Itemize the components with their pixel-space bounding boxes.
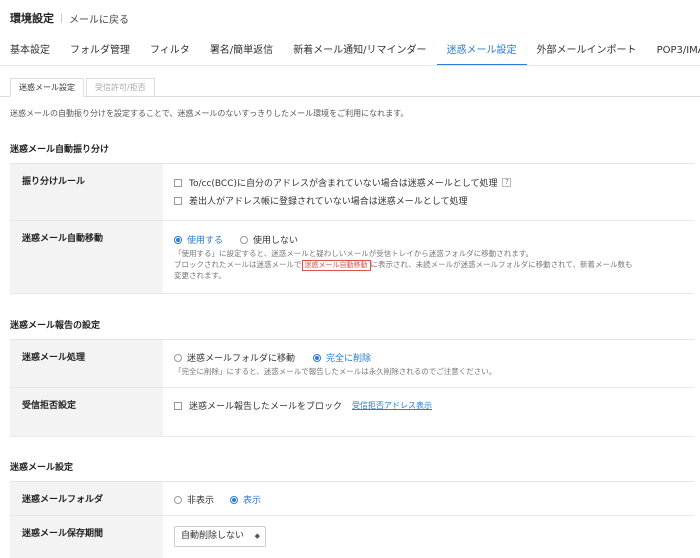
help-icon[interactable]: ? <box>502 178 512 187</box>
divider <box>10 436 694 437</box>
option-label: 表示 <box>243 496 262 506</box>
auto-move-note: 「使用する」に設定すると、迷惑メールと疑わしいメールが受信トレイから迷惑フォルダ… <box>174 249 533 258</box>
folder-hide-radio[interactable]: 非表示 <box>174 493 214 506</box>
proc-move-radio[interactable]: 迷惑メールフォルダに移動 <box>174 351 295 364</box>
auto-move-note: 変更されます。 <box>174 271 226 280</box>
option-label: 差出人がアドレス帳に登録されていない場合は迷惑メールとして処理 <box>189 197 468 207</box>
option-label: To/cc(BCC)に自分のアドレスが含まれていない場合は迷惑メールとして処理 <box>189 179 498 189</box>
subtab-spam-settings[interactable]: 迷惑メール設定 <box>10 78 84 97</box>
tab-notifications[interactable]: 新着メール通知/リマインダー <box>283 38 436 65</box>
divider <box>10 293 694 294</box>
blocked-address-link[interactable]: 受信拒否アドレス表示 <box>352 400 432 411</box>
auto-move-nouse-radio[interactable]: 使用しない <box>240 233 298 246</box>
section-title-auto: 迷惑メール自動振り分け <box>10 145 110 155</box>
page-title: 環境設定 <box>10 12 54 25</box>
rule-option-addressbook[interactable]: 差出人がアドレス帳に登録されていない場合は迷惑メールとして処理 <box>174 194 467 207</box>
option-label: 非表示 <box>187 496 215 506</box>
tab-pop3-imap[interactable]: POP3/IMAP設定 <box>647 38 700 65</box>
radio-icon[interactable] <box>174 353 182 362</box>
note-text: に表示され、未読メールが迷惑メールフォルダに移動されて、新着メール数も <box>370 260 633 269</box>
retention-period-select[interactable]: 自動削除しない ◆ <box>174 526 266 547</box>
tab-signature[interactable]: 署名/簡単返信 <box>200 38 283 65</box>
row-label-rule: 振り分けルール <box>10 164 163 220</box>
option-label: 完全に削除 <box>326 354 372 364</box>
section-title-report: 迷惑メール報告の設定 <box>10 321 101 331</box>
tab-basic[interactable]: 基本設定 <box>0 38 60 65</box>
option-label: 使用する <box>187 236 224 246</box>
row-label-period: 迷惑メール保存期間 <box>10 516 163 558</box>
select-value: 自動削除しない <box>181 531 245 541</box>
sub-tabs: 迷惑メール設定 受信許可/拒否 <box>10 78 157 97</box>
row-label-folder: 迷惑メールフォルダ <box>10 482 163 515</box>
tab-filter[interactable]: フィルタ <box>140 38 200 65</box>
row-label-auto-move: 迷惑メール自動移動 <box>10 221 163 293</box>
radio-selected-icon[interactable] <box>313 353 321 362</box>
section-title-settings: 迷惑メール設定 <box>10 463 74 473</box>
back-to-mail-link[interactable]: メールに戻る <box>69 11 129 26</box>
note-text: ブロックされたメールは迷惑メールで <box>174 260 302 269</box>
updown-arrow-icon: ◆ <box>254 532 260 540</box>
option-label: 迷惑メール報告したメールをブロック <box>189 402 343 412</box>
tab-folders[interactable]: フォルダ管理 <box>60 38 140 65</box>
radio-selected-icon[interactable] <box>174 235 182 244</box>
option-label: 使用しない <box>253 236 299 246</box>
auto-move-note: ブロックされたメールは迷惑メールで 迷惑メール自動移動 に表示され、未読メールが迷惑… <box>174 259 632 271</box>
radio-icon[interactable] <box>240 235 248 244</box>
subtab-allow-block[interactable]: 受信許可/拒否 <box>86 78 155 97</box>
option-label: 迷惑メールフォルダに移動 <box>187 354 296 364</box>
rule-option-to-cc[interactable]: To/cc(BCC)に自分のアドレスが含まれていない場合は迷惑メールとして処理 … <box>174 176 512 189</box>
checkbox[interactable] <box>174 401 182 410</box>
processing-note: 「完全に削除」にすると、迷惑メールで報告したメールは永久削除されるのでご注意くだ… <box>174 367 497 376</box>
tab-spam[interactable]: 迷惑メール設定 <box>436 38 527 65</box>
radio-selected-icon[interactable] <box>230 495 238 504</box>
radio-icon[interactable] <box>174 495 182 504</box>
row-label-block: 受信拒否設定 <box>10 388 163 436</box>
auto-move-use-radio[interactable]: 使用する <box>174 233 223 246</box>
row-label-processing: 迷惑メール処理 <box>10 340 163 387</box>
page-description: 迷惑メールの自動振り分けを設定することで、迷惑メールのないすっきりしたメール環境… <box>10 109 409 118</box>
header: 環境設定 メールに戻る <box>10 10 129 26</box>
tab-import[interactable]: 外部メールインポート <box>527 38 647 65</box>
block-option[interactable]: 迷惑メール報告したメールをブロック 受信拒否アドレス表示 <box>174 399 432 412</box>
auto-move-badge: 迷惑メール自動移動 <box>301 260 371 271</box>
folder-show-radio[interactable]: 表示 <box>230 493 261 506</box>
checkbox[interactable] <box>174 196 182 205</box>
checkbox[interactable] <box>174 178 182 187</box>
proc-delete-radio[interactable]: 完全に削除 <box>313 351 371 364</box>
divider <box>61 13 62 23</box>
settings-tabs: 基本設定 フォルダ管理 フィルタ 署名/簡単返信 新着メール通知/リマインダー … <box>0 38 700 66</box>
